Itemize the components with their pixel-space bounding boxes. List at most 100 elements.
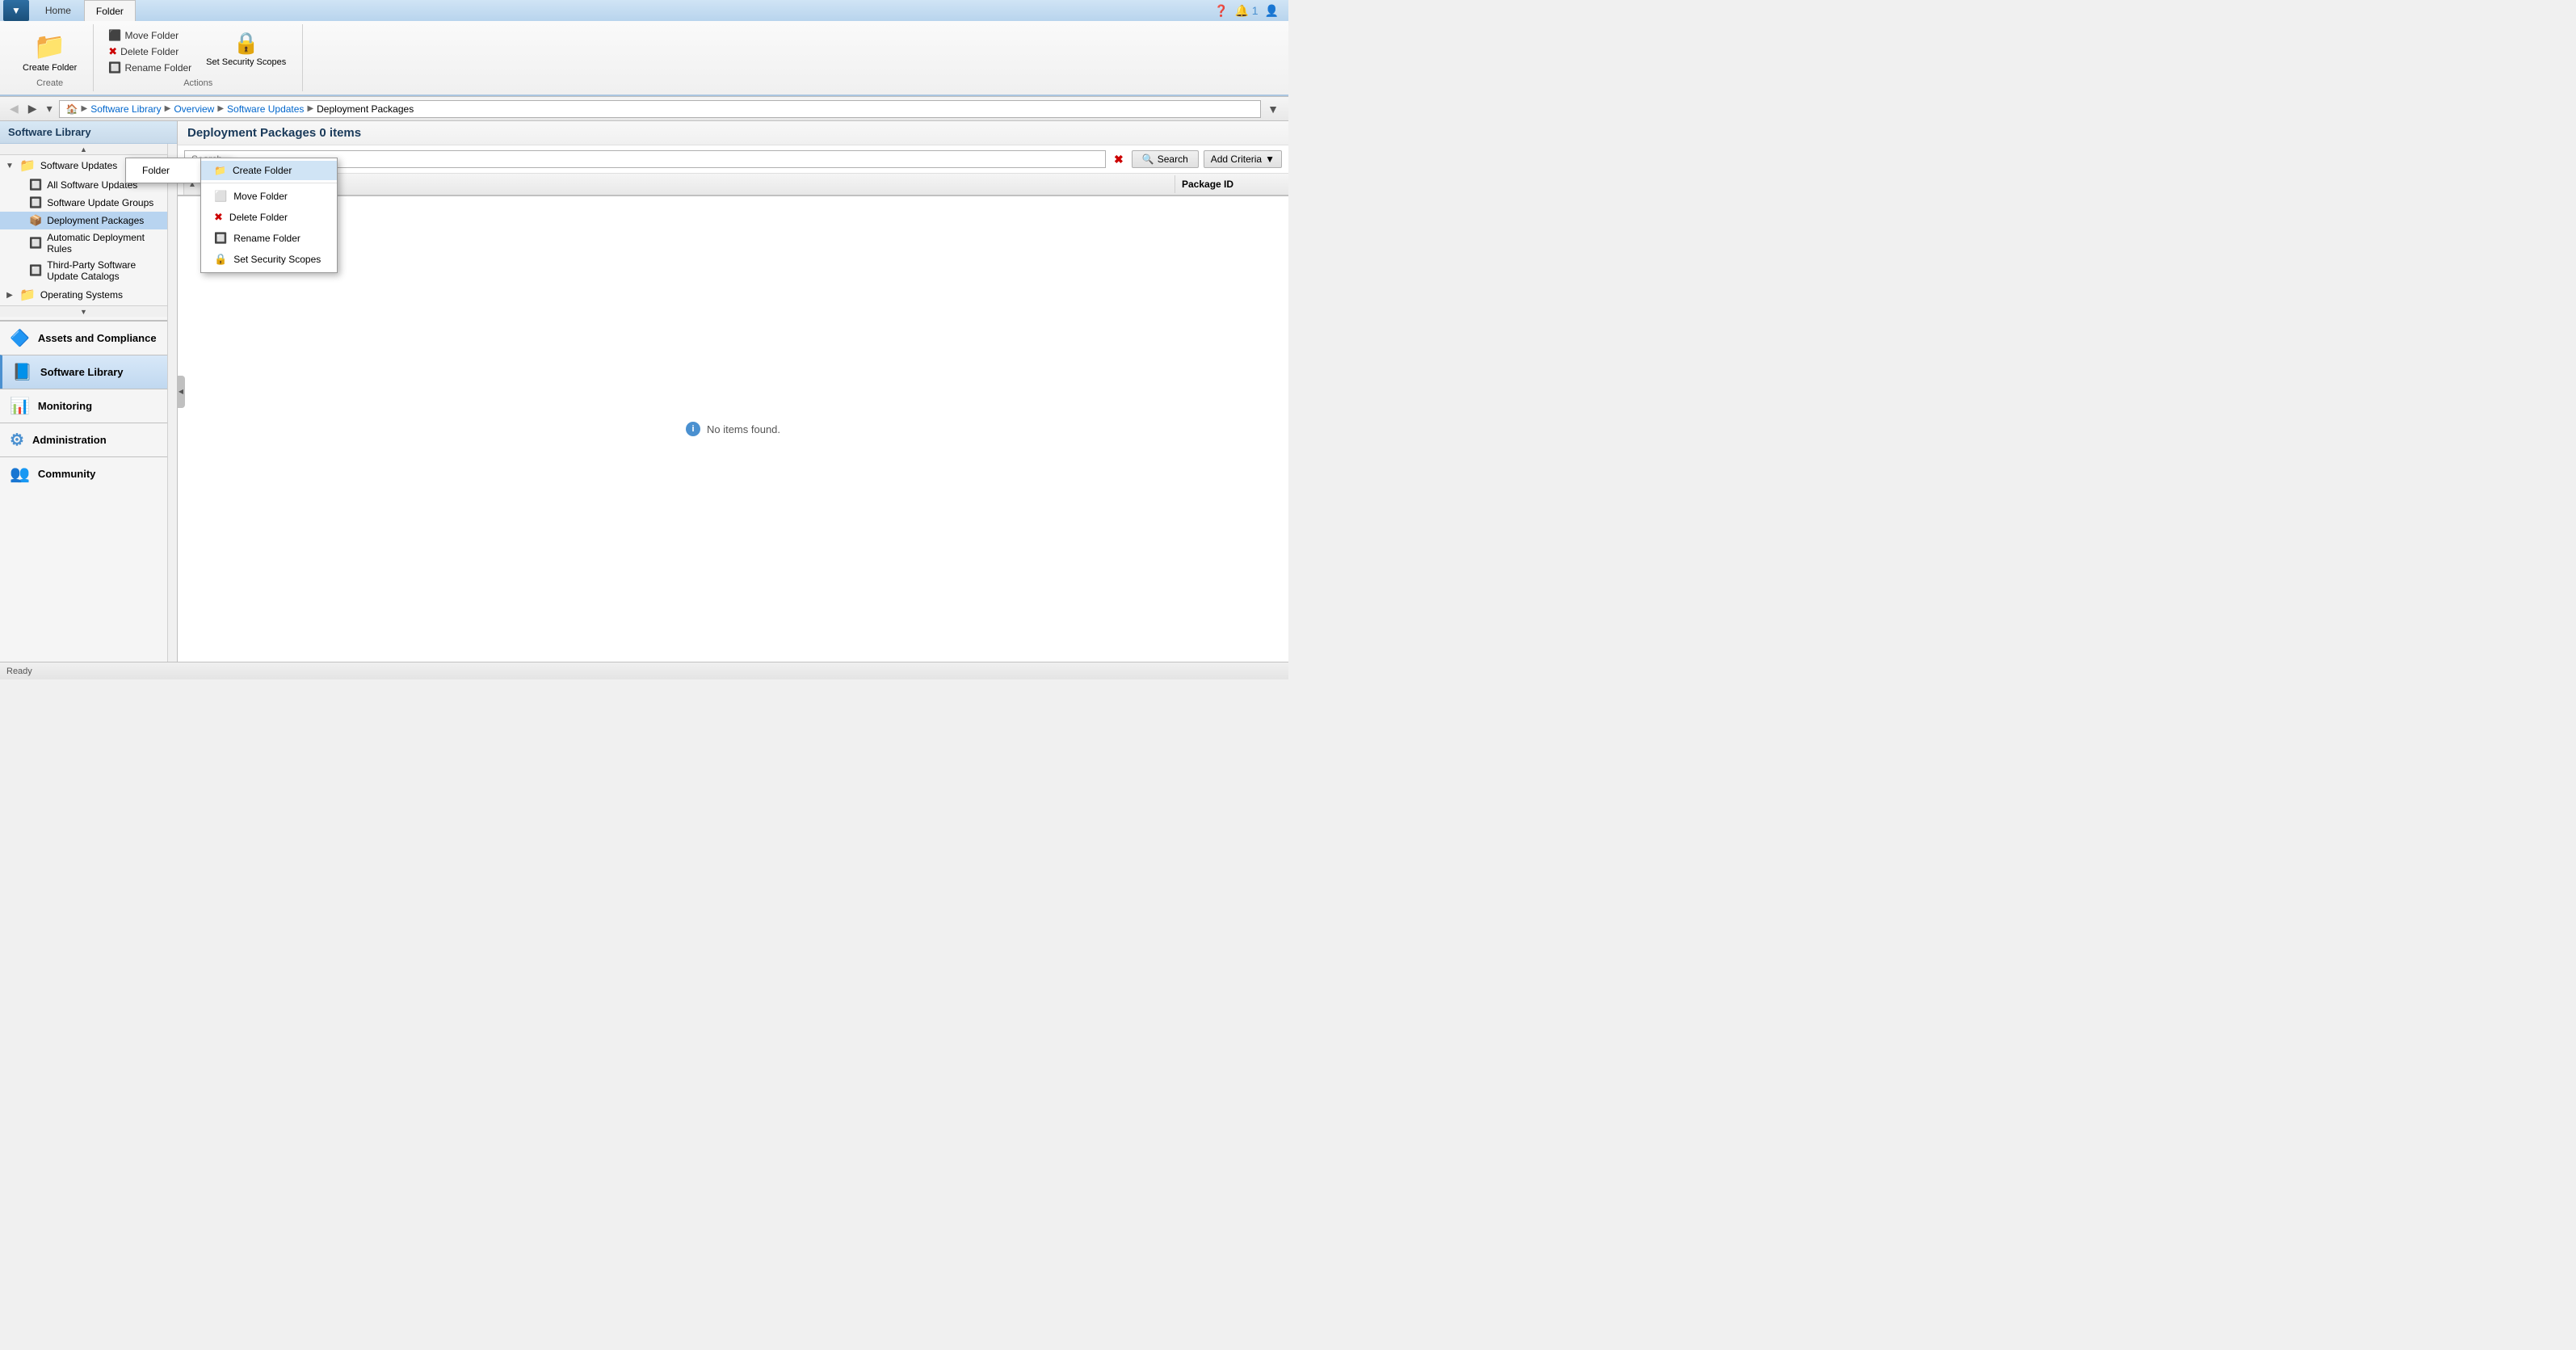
set-security-scopes-button[interactable]: 🔒 Set Security Scopes [200,27,292,71]
tab-app-menu[interactable]: ▼ [3,0,29,21]
expand-os[interactable]: ▶ [5,290,15,300]
sidebar-item-operating-systems[interactable]: ▶ 📁 Operating Systems [0,284,167,305]
icon-sw-groups: 🔲 [29,196,42,209]
submenu-item-create-folder[interactable]: 📁 Create Folder [201,161,337,180]
sidebar-label-auto-deploy: Automatic Deployment Rules [47,232,161,254]
rename-folder-button[interactable]: 🔲 Rename Folder [103,60,196,76]
submenu-label-move-folder: Move Folder [233,191,288,202]
status-bar: Ready [0,662,1288,679]
sidebar-label-all-sw: All Software Updates [47,179,137,191]
move-folder-label: Move Folder [124,30,179,41]
ribbon-group-create: 📁 Create Folder Create [6,24,94,91]
submenu: 📁 Create Folder ⬜ Move Folder ✖ Delete F… [200,158,338,273]
home-icon[interactable]: 🏠 [66,103,78,115]
sidebar-item-deployment-packages[interactable]: 📦 Deployment Packages [0,212,167,229]
submenu-label-rename-folder: Rename Folder [233,233,300,244]
icon-monitoring: 📊 [10,396,30,416]
create-group-label: Create [36,78,63,88]
ctx-folder-label: Folder [142,165,170,176]
icon-community: 👥 [10,464,30,484]
set-security-label: Set Security Scopes [206,57,286,68]
sidebar-scroll-up[interactable]: ▲ [0,144,167,155]
search-clear-button[interactable]: ✖ [1111,153,1127,166]
info-icon: i [686,422,700,436]
ribbon-content: 📁 Create Folder Create ⬛ Move Folder ✖ D… [0,21,1288,96]
icon-3rd-party: 🔲 [29,264,42,277]
submenu-icon-set-security: 🔒 [214,253,227,266]
create-folder-label: Create Folder [23,63,77,74]
nav-item-community[interactable]: 👥 Community [0,456,167,490]
nav-item-administration[interactable]: ⚙ Administration [0,423,167,456]
sidebar-item-third-party[interactable]: 🔲 Third-Party Software Update Catalogs [0,257,167,284]
icon-auto-deploy: 🔲 [29,237,42,250]
sidebar-label-software-updates: Software Updates [40,160,117,171]
breadcrumb-deployment-packages: Deployment Packages [317,103,414,115]
nav-dropdown-button[interactable]: ▾ [44,100,56,117]
breadcrumb-software-library[interactable]: Software Library [90,103,161,115]
submenu-icon-move-folder: ⬜ [214,190,227,203]
icon-os: 📁 [19,287,36,303]
sidebar-scrollbar[interactable] [167,144,177,662]
nav-item-swlib[interactable]: 📘 Software Library [0,355,167,389]
submenu-icon-create-folder: 📁 [214,165,226,176]
col-header-pkgid[interactable]: Package ID [1175,175,1288,193]
navigation-bar: ◀ ▶ ▾ 🏠 ▶ Software Library ▶ Overview ▶ … [0,97,1288,121]
top-right-icons: ❓ 🔔 1 👤 [1208,4,1285,18]
table-body: i No items found. [178,196,1288,662]
expand-software-updates[interactable]: ▼ [5,161,15,170]
ribbon-group-actions: ⬛ Move Folder ✖ Delete Folder 🔲 Rename F… [94,24,303,91]
icon-swlib: 📘 [12,362,32,382]
add-criteria-dropdown-icon: ▼ [1265,154,1275,165]
set-security-icon: 🔒 [233,31,259,56]
ribbon-tab-bar: ▼ Home Folder ❓ 🔔 1 👤 [0,0,1288,21]
ribbon: ▼ Home Folder ❓ 🔔 1 👤 📁 Create Folder Cr… [0,0,1288,97]
sidebar-label-3rd-party: Third-Party Software Update Catalogs [47,259,161,282]
back-button[interactable]: ◀ [6,100,22,117]
no-items-message: i No items found. [686,422,780,436]
breadcrumb-overview[interactable]: Overview [174,103,214,115]
move-folder-button[interactable]: ⬛ Move Folder [103,27,196,44]
add-criteria-button[interactable]: Add Criteria ▼ [1204,150,1282,168]
submenu-icon-delete-folder: ✖ [214,211,223,224]
nav-label-community: Community [38,468,96,480]
help-icon[interactable]: ❓ [1214,4,1228,18]
nav-label-assets: Assets and Compliance [38,332,157,344]
nav-label-administration: Administration [32,434,107,446]
forward-button[interactable]: ▶ [25,100,40,117]
create-folder-button[interactable]: 📁 Create Folder [16,27,83,77]
search-button[interactable]: 🔍 Search [1132,150,1199,168]
submenu-icon-rename-folder: 🔲 [214,232,227,245]
delete-folder-button[interactable]: ✖ Delete Folder [103,44,196,60]
submenu-item-delete-folder[interactable]: ✖ Delete Folder [201,207,337,228]
ribbon-actions-items: ⬛ Move Folder ✖ Delete Folder 🔲 Rename F… [103,27,292,77]
icon-assets: 🔷 [10,328,30,348]
col-header-name[interactable]: Name [249,175,1175,193]
sidebar-collapse-button[interactable]: ◀ [177,376,185,408]
sidebar-label-os: Operating Systems [40,289,123,301]
tab-folder[interactable]: Folder [84,0,136,21]
sidebar-label-deployment-pkgs: Deployment Packages [47,215,144,226]
delete-folder-icon: ✖ [108,45,117,58]
submenu-item-move-folder[interactable]: ⬜ Move Folder [201,186,337,207]
sidebar-label-sw-groups: Software Update Groups [47,197,153,208]
nav-item-monitoring[interactable]: 📊 Monitoring [0,389,167,423]
breadcrumb-dropdown-button[interactable]: ▼ [1264,101,1282,117]
notification-icon[interactable]: 🔔 1 [1234,4,1258,18]
sidebar: Software Library ▲ ▼ 📁 Software Updates … [0,121,178,662]
content-area: Deployment Packages 0 items ✖ 🔍 Search A… [178,121,1288,662]
sidebar-scroll-down[interactable]: ▼ [0,305,167,317]
submenu-item-rename-folder[interactable]: 🔲 Rename Folder [201,228,337,249]
tab-home[interactable]: Home [34,0,82,21]
nav-item-assets[interactable]: 🔷 Assets and Compliance [0,321,167,355]
user-icon[interactable]: 👤 [1265,4,1279,18]
ribbon-group-create-items: 📁 Create Folder [16,27,83,77]
move-folder-icon: ⬛ [108,29,121,42]
search-bar: ✖ 🔍 Search Add Criteria ▼ [178,145,1288,174]
nav-label-swlib: Software Library [40,366,124,378]
sidebar-tree: ▲ ▼ 📁 Software Updates 🔲 All Software Up… [0,144,167,662]
sidebar-item-software-update-groups[interactable]: 🔲 Software Update Groups [0,194,167,212]
breadcrumb-software-updates[interactable]: Software Updates [227,103,304,115]
sidebar-item-auto-deployment[interactable]: 🔲 Automatic Deployment Rules [0,229,167,257]
create-folder-icon: 📁 [34,31,66,61]
submenu-item-set-security[interactable]: 🔒 Set Security Scopes [201,249,337,270]
